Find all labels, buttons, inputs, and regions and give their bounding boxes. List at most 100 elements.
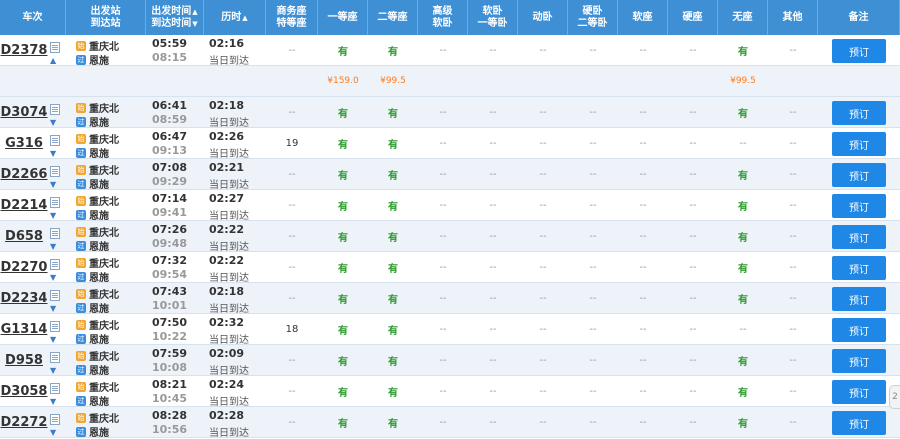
book-button[interactable]: 预订 [832, 225, 886, 249]
soft-seat-availability: -- [618, 407, 668, 437]
col-duration-header[interactable]: 历时▲ [204, 0, 266, 35]
train-number-link[interactable]: D2270 [1, 260, 48, 275]
duration: 02:22 [209, 223, 245, 236]
expand-icon[interactable]: ▼ [50, 180, 56, 189]
duration: 02:18 [209, 99, 245, 112]
expand-icon[interactable]: ▼ [50, 273, 56, 282]
train-number-link[interactable]: D2266 [1, 167, 48, 182]
seat-availability: -- [689, 416, 697, 428]
expand-icon[interactable]: ▼ [50, 397, 56, 406]
col-soft-sleeper-header-label: 一等卧 [478, 18, 508, 30]
soft-seat-availability: -- [618, 159, 668, 189]
hard-seat-availability: -- [668, 407, 718, 437]
second-class-availability: 有 [368, 283, 418, 313]
expand-icon[interactable]: ▼ [50, 242, 56, 251]
seat-availability: -- [539, 385, 547, 397]
to-station: 过恩施 [76, 300, 109, 315]
train-row: G1314 ▼ 始重庆北过恩施 07:50 10:22 02:32 当日到达 18 有 有 -- --… [0, 314, 900, 346]
no-seat-availability: 有 [718, 407, 768, 437]
emu-sleeper-availability: -- [518, 221, 568, 251]
expand-icon[interactable]: ▼ [50, 304, 56, 313]
header-text: 软卧 [482, 5, 503, 17]
adv-soft-sleeper-availability: -- [418, 221, 468, 251]
col-train-header-label: 车次 [23, 12, 43, 24]
train-number-link[interactable]: D958 [5, 353, 43, 368]
expand-icon[interactable]: ▼ [50, 118, 56, 127]
seat-availability: 有 [388, 139, 398, 151]
emu-sleeper-availability: -- [518, 283, 568, 313]
collapse-icon[interactable]: ▲ [50, 56, 56, 65]
train-number-link[interactable]: D2272 [1, 415, 48, 430]
train-number-link[interactable]: D3058 [1, 384, 48, 399]
book-button[interactable]: 预订 [832, 318, 886, 342]
sort-asc-icon[interactable]: ▲ [242, 14, 247, 22]
expand-icon[interactable]: ▼ [50, 428, 56, 437]
seat-availability: -- [439, 230, 447, 242]
to-station-name: 恩施 [89, 118, 109, 129]
book-button[interactable]: 预订 [832, 39, 886, 63]
ticket-info-icon[interactable] [50, 290, 60, 301]
to-station: 过恩施 [76, 424, 109, 439]
ticket-info-icon[interactable] [50, 42, 60, 53]
seat-availability: 有 [738, 263, 748, 275]
to-station: 过恩施 [76, 207, 109, 222]
book-button[interactable]: 预订 [832, 411, 886, 435]
soft-sleeper-availability: -- [468, 376, 518, 406]
train-number-link[interactable]: D2234 [1, 291, 48, 306]
book-button[interactable]: 预订 [832, 194, 886, 218]
train-number-link[interactable]: G1314 [1, 322, 48, 337]
sort-desc-icon[interactable]: ▼ [192, 20, 197, 28]
header-text: 到达时间 [151, 17, 192, 29]
ticket-info-icon[interactable] [50, 383, 60, 394]
ticket-info-icon[interactable] [50, 321, 60, 332]
header-text: 车次 [22, 11, 43, 23]
sort-asc-icon[interactable]: ▲ [192, 8, 197, 16]
book-button[interactable]: 预订 [832, 380, 886, 404]
arrival-day: 当日到达 [209, 56, 249, 67]
to-station-name: 恩施 [89, 56, 109, 67]
expand-icon[interactable]: ▼ [50, 149, 56, 158]
expand-icon[interactable]: ▼ [50, 335, 56, 344]
seat-availability: -- [589, 44, 597, 56]
book-button[interactable]: 预订 [832, 349, 886, 373]
seat-availability: 有 [338, 356, 348, 368]
book-button[interactable]: 预订 [832, 132, 886, 156]
book-button[interactable]: 预订 [832, 163, 886, 187]
ticket-info-icon[interactable] [50, 259, 60, 270]
first-class-availability: 有 [318, 314, 368, 344]
expand-icon[interactable]: ▼ [50, 366, 56, 375]
train-number-link[interactable]: D658 [5, 229, 43, 244]
ticket-info-icon[interactable] [50, 414, 60, 425]
ticket-info-icon[interactable] [50, 166, 60, 177]
first-class-availability: 有 [318, 97, 368, 127]
hard-seat-availability: -- [668, 252, 718, 282]
second-class-availability: 有 [368, 314, 418, 344]
train-number-link[interactable]: D3074 [1, 105, 48, 120]
book-button[interactable]: 预订 [832, 287, 886, 311]
col-times-header[interactable]: 出发时间▲ 到达时间▼ [146, 0, 204, 35]
expand-icon[interactable]: ▼ [50, 211, 56, 220]
seat-availability: -- [539, 292, 547, 304]
book-button[interactable]: 预订 [832, 101, 886, 125]
train-number-link[interactable]: D2214 [1, 198, 48, 213]
train-number-link[interactable]: G316 [5, 136, 43, 151]
other-availability: -- [768, 376, 818, 406]
seat-availability: -- [689, 354, 697, 366]
scroll-handle[interactable]: 2 [889, 385, 900, 409]
from-station: 始重庆北 [76, 162, 119, 177]
seat-availability: -- [639, 199, 647, 211]
ticket-info-icon[interactable] [50, 352, 60, 363]
ticket-info-icon[interactable] [50, 135, 60, 146]
from-station-name: 重庆北 [89, 290, 119, 301]
origin-badge-icon: 始 [76, 319, 86, 330]
seat-availability: -- [689, 168, 697, 180]
train-number-link[interactable]: D2378 [1, 43, 48, 58]
seat-availability: -- [639, 137, 647, 149]
ticket-info-icon[interactable] [50, 228, 60, 239]
book-button[interactable]: 预订 [832, 256, 886, 280]
seat-availability: 有 [738, 170, 748, 182]
ticket-info-icon[interactable] [50, 104, 60, 115]
origin-badge-icon: 始 [76, 288, 86, 299]
ticket-info-icon[interactable] [50, 197, 60, 208]
col-business-seat-header-label: 商务座 [277, 6, 307, 18]
